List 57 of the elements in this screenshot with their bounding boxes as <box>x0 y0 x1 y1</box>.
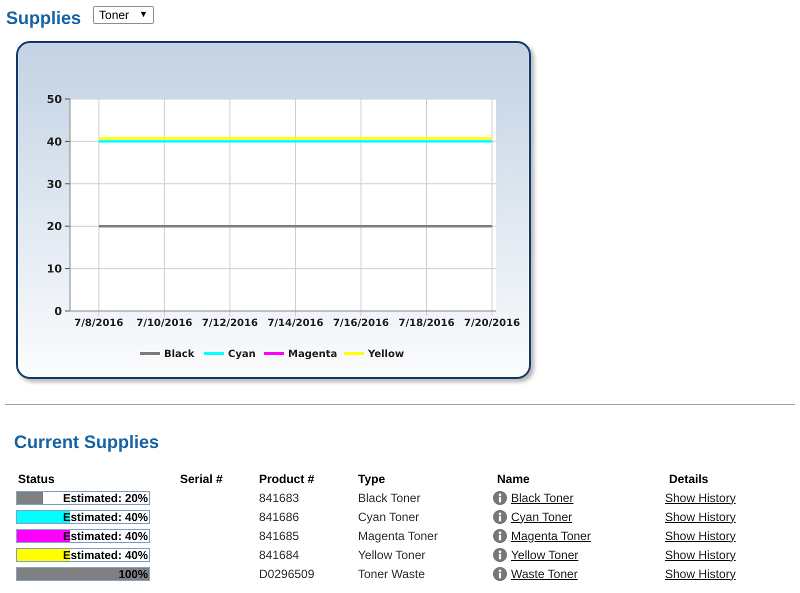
history-link[interactable]: Show History <box>665 566 736 580</box>
legend-label: Cyan <box>228 349 256 360</box>
y-tick-label: 20 <box>46 220 62 234</box>
legend-swatch <box>344 352 364 355</box>
legend-label: Magenta <box>288 349 338 360</box>
supply-link[interactable]: Yellow Toner <box>511 546 578 564</box>
info-icon[interactable] <box>493 548 507 562</box>
x-tick-label: 7/18/2016 <box>398 318 455 329</box>
x-tick-label: 7/12/2016 <box>202 318 258 329</box>
product-number: 841686 <box>259 510 300 524</box>
legend-swatch <box>264 352 284 355</box>
x-tick-label: 7/20/2016 <box>464 318 520 329</box>
legend-label: Black <box>164 349 194 360</box>
info-icon[interactable] <box>493 566 507 580</box>
info-icon[interactable] <box>493 528 507 542</box>
supply-type: Magenta Toner <box>358 528 438 542</box>
product-number: 841683 <box>259 490 300 504</box>
y-tick-label: 0 <box>54 305 62 318</box>
section-title: Current Supplies <box>14 431 160 454</box>
history-link[interactable]: Show History <box>665 510 736 524</box>
legend-label: Yellow <box>368 349 404 360</box>
supply-link[interactable]: Cyan Toner <box>511 508 572 526</box>
x-tick-label: 7/16/2016 <box>332 318 389 329</box>
product-number: 841685 <box>259 528 300 542</box>
supply-type: Toner Waste <box>358 566 425 580</box>
column-header: Name <box>497 472 530 486</box>
supply-link[interactable]: Waste Toner <box>511 564 578 582</box>
y-tick-label: 30 <box>46 178 62 191</box>
x-tick-label: 7/10/2016 <box>136 318 192 329</box>
product-number: 841684 <box>259 548 300 562</box>
x-tick-label: 7/14/2016 <box>267 318 324 329</box>
supply-type: Cyan Toner <box>358 510 420 524</box>
level-label: 100% <box>118 568 148 582</box>
column-header: Status <box>18 472 55 486</box>
supply-type: Black Toner <box>358 490 420 504</box>
y-tick-label: 10 <box>46 262 62 276</box>
history-link[interactable]: Show History <box>665 528 736 542</box>
legend-swatch <box>204 352 224 355</box>
column-header: Details <box>669 472 708 486</box>
supply-dropdown[interactable]: Toner ▼ <box>93 6 154 24</box>
supply-link[interactable]: Black Toner <box>511 488 574 506</box>
page-title: Supplies <box>6 6 82 30</box>
column-header: Type <box>358 472 386 486</box>
y-tick-label: 50 <box>46 93 62 106</box>
history-link[interactable]: Show History <box>665 490 736 504</box>
x-tick-label: 7/8/2016 <box>74 318 124 329</box>
info-icon[interactable] <box>493 490 507 504</box>
column-header: Product # <box>259 472 314 486</box>
info-icon[interactable] <box>493 510 507 524</box>
product-number: D0296509 <box>259 566 314 580</box>
legend-swatch <box>140 352 160 355</box>
supply-type: Yellow Toner <box>358 548 426 562</box>
level-label: Estimated: 20% <box>62 492 148 506</box>
column-header: Serial # <box>180 472 223 486</box>
supply-link[interactable]: Magenta Toner <box>511 526 591 544</box>
y-tick-label: 40 <box>46 135 62 148</box>
history-link[interactable]: Show History <box>665 548 736 562</box>
